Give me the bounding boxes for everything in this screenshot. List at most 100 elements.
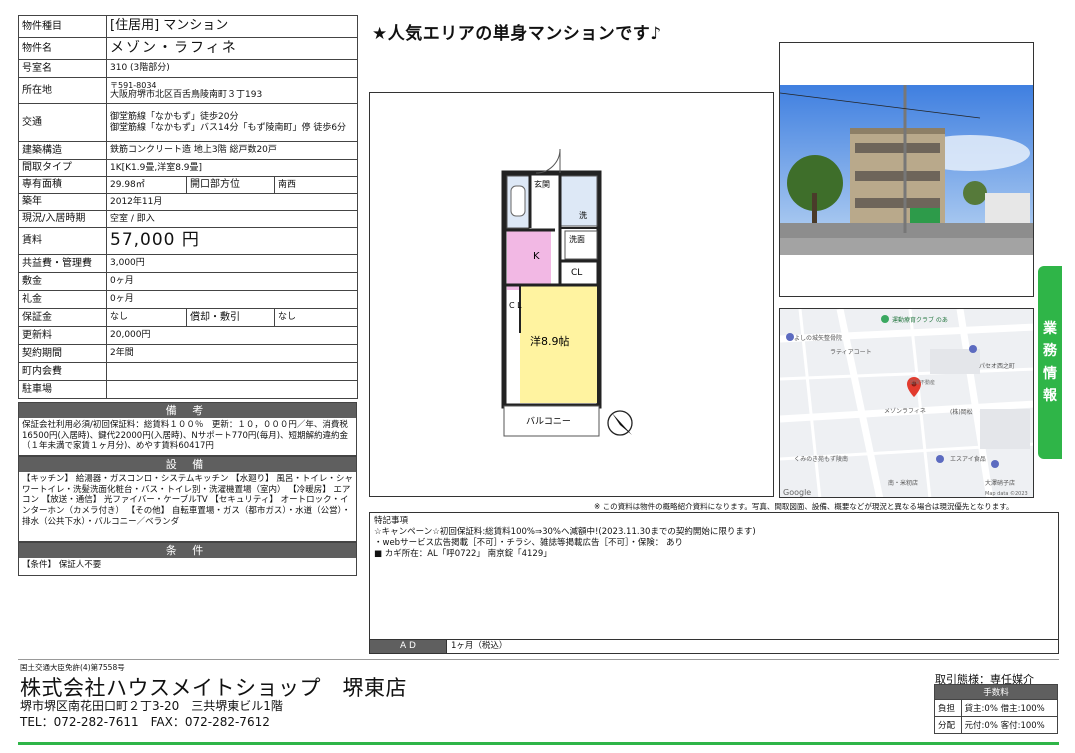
name-label: 物件名 <box>18 37 107 60</box>
structure-label: 建築構造 <box>18 141 107 160</box>
map-label-4: 関電不動産 <box>910 379 935 386</box>
disclaimer-note: ※ この資料は物件の概略紹介資料になります。写真、間取図面、設備、概要などが現況… <box>594 502 1014 511</box>
guarantee-label: 保証金 <box>18 308 107 327</box>
layout-label: 間取タイプ <box>18 159 107 177</box>
amort-label: 償却・敷引 <box>186 308 275 327</box>
deposit-value: 0ヶ月 <box>105 272 359 291</box>
property-type-value: [住居用] マンション <box>105 15 359 38</box>
key-money-label: 礼金 <box>18 290 107 309</box>
amort-value: なし <box>273 308 359 327</box>
map-label-10: 南・米籾店 <box>888 479 918 487</box>
property-type-label: 物件種目 <box>18 15 107 38</box>
floorplan-box: 玄関 洗 洗面 K CL C L 洋8.9帖 バルコニー <box>369 92 774 497</box>
property-spec-table: 物件種目 [住居用] マンション 物件名 メゾン・ラフィネ 号室名 310 (3階部分… <box>18 15 359 399</box>
access-cell: 御堂筋線「なかもず」徒歩20分 御堂筋線「なかもず」バス14分「もず陵南町」停 徒… <box>105 103 359 142</box>
map-label-1: よしの城矢整骨院 <box>794 334 842 342</box>
access-label: 交通 <box>18 103 107 142</box>
window-value: 南西 <box>273 176 359 194</box>
ad-row: A D 1ヶ月（税込） <box>370 639 1058 653</box>
special-notes-line-2: ・webサービス広告掲載［不可］・チラシ、雑誌等掲載広告［不可］・保険： あり <box>374 538 683 549</box>
map-label-3: パセオ西之町 <box>979 362 1015 370</box>
headline: ★人気エリアの単身マンションです♪ <box>372 24 662 44</box>
map-label-7: くみのき苑もず陵南 <box>794 455 848 463</box>
equipment-header: 設 備 <box>19 457 356 472</box>
remarks-body: 保証会社利用必須/初回保証料：総賃料１００％ 更新：１０，０００円／年、消費税1… <box>22 420 349 452</box>
window-label: 開口部方位 <box>186 176 275 194</box>
building-photo <box>779 42 1034 297</box>
building-photo-image <box>780 85 1033 255</box>
fp-genkan: 玄関 <box>534 179 550 189</box>
company-address: 堺市堺区南花田口町２丁3-20 三共堺東ビル1階 <box>20 699 283 713</box>
map-label-2: ラティアコート <box>830 349 872 356</box>
footer-green-bar <box>18 742 1059 745</box>
mgmt-label: 共益費・管理費 <box>18 254 107 273</box>
fee-burden-label: 負担 <box>934 699 962 717</box>
fee-header: 手数料 <box>934 684 1058 700</box>
deposit-label: 敷金 <box>18 272 107 291</box>
conditions-header: 条 件 <box>19 543 356 558</box>
key-money-value: 0ヶ月 <box>105 290 359 309</box>
status-label: 現況/入居時期 <box>18 210 107 228</box>
town-fee-label: 町内会費 <box>18 362 107 381</box>
built-value: 2012年11月 <box>105 193 359 211</box>
access-line-1: 御堂筋線「なかもず」徒歩20分 <box>110 112 239 123</box>
special-notes-title: 特記事項 <box>374 516 409 526</box>
conditions-body: 【条件】 保証人不要 <box>22 560 102 570</box>
conditions-section: 条 件 【条件】 保証人不要 <box>18 542 357 576</box>
parking-value <box>105 380 359 399</box>
built-label: 築年 <box>18 193 107 211</box>
side-tab-char-0: 業 <box>1043 320 1057 337</box>
fee-split-label: 分配 <box>934 716 962 734</box>
town-fee-value <box>105 362 359 381</box>
fee-split-value: 元付:0% 客付:100% <box>960 716 1059 734</box>
map-label-8: エスアイ食品 <box>950 455 986 463</box>
remarks-header: 備 考 <box>19 403 356 418</box>
guarantee-value: なし <box>106 308 187 327</box>
parking-label: 駐車場 <box>18 380 107 399</box>
map-copyright: Map data ©2023 <box>985 490 1028 497</box>
map-label-6: (株)岡松 <box>950 408 973 416</box>
mgmt-value: 3,000円 <box>105 254 359 273</box>
side-tab-char-3: 報 <box>1043 387 1057 404</box>
structure-value: 鉄筋コンクリート造 地上3階 総戸数20戸 <box>105 141 359 160</box>
address-value: 大阪府堺市北区百舌鳥陵南町３丁193 <box>110 89 263 100</box>
fee-table: 手数料 負担 貸主:0% 借主:100% 分配 元付:0% 客付:100% <box>934 684 1059 734</box>
ad-label: A D <box>370 640 446 653</box>
fp-sentaku: 洗 <box>579 210 587 220</box>
access-line-2: 御堂筋線「なかもず」バス14分「もず陵南町」停 徒歩6分 <box>110 122 347 133</box>
renewal-label: 更新料 <box>18 326 107 345</box>
fee-burden-value: 貸主:0% 借主:100% <box>960 699 1059 717</box>
fp-balcony: バルコニー <box>526 416 571 427</box>
business-info-tab[interactable]: 業 務 情 報 <box>1038 266 1062 459</box>
layout-value: 1K[K1.9畳,洋室8.9畳] <box>105 159 359 177</box>
period-value: 2年間 <box>105 344 359 363</box>
address-label: 所在地 <box>18 77 107 104</box>
floorplan-drawing: 玄関 洗 洗面 K CL C L 洋8.9帖 バルコニー <box>501 148 633 437</box>
ad-value: 1ヶ月（税込） <box>446 640 507 653</box>
fp-senmen: 洗面 <box>569 234 585 244</box>
area-value: 29.98㎡ <box>106 176 187 194</box>
location-map-image: 運動療育クラブ のあ よしの城矢整骨院 ラティアコート パセオ西之町 関電不動産… <box>780 309 1033 497</box>
period-label: 契約期間 <box>18 344 107 363</box>
special-notes-line-1: ☆キャンペーン☆初回保証料:総賃料100%⇒30%へ減額中!(2023.11.3… <box>374 527 756 538</box>
equipment-section: 設 備 【キッチン】 給湯器・ガスコンロ・システムキッチン 【水廻り】 風呂・ト… <box>18 456 357 542</box>
fp-cl2: C L <box>509 301 522 310</box>
renewal-value: 20,000円 <box>105 326 359 345</box>
room-label: 号室名 <box>18 59 107 78</box>
location-map[interactable]: 運動療育クラブ のあ よしの城矢整骨院 ラティアコート パセオ西之町 関電不動産… <box>779 308 1034 498</box>
postal-code: 〒591-8034 <box>110 80 157 90</box>
side-tab-char-1: 務 <box>1043 343 1057 360</box>
fp-kitchen: K <box>533 251 540 262</box>
company-phone: TEL：072-282-7611 FAX：072-282-7612 <box>20 715 270 729</box>
special-notes-line-3: ■ カギ所在：AL「呼0722」 南京錠「4129」 <box>374 549 552 560</box>
rent-value: 57,000 円 <box>105 227 359 255</box>
map-label-0: 運動療育クラブ のあ <box>892 316 948 324</box>
area-label: 専有面積 <box>18 176 107 194</box>
status-value: 空室 / 即入 <box>105 210 359 228</box>
special-notes-box: 特記事項 ☆キャンペーン☆初回保証料:総賃料100%⇒30%へ減額中!(2023… <box>369 512 1059 654</box>
map-label-9: 大澤硝子店 <box>985 479 1015 487</box>
fp-room: 洋8.9帖 <box>530 334 570 348</box>
side-tab-char-2: 情 <box>1043 365 1057 382</box>
map-google-logo: Google <box>783 488 811 497</box>
room-value: 310 (3階部分) <box>105 59 359 78</box>
